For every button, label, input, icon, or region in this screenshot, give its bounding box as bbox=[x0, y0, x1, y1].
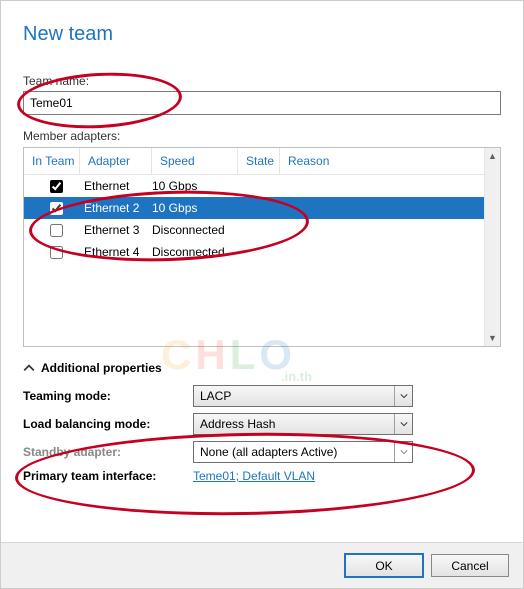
standby-adapter-row: Standby adapter: None (all adapters Acti… bbox=[23, 441, 501, 463]
in-team-checkbox[interactable] bbox=[50, 202, 63, 215]
chevron-up-icon bbox=[23, 362, 35, 374]
team-name-label: Team name: bbox=[23, 74, 501, 88]
chevron-down-icon bbox=[394, 386, 412, 406]
teaming-mode-combo[interactable]: LACP bbox=[193, 385, 413, 407]
scroll-up-icon[interactable]: ▲ bbox=[485, 148, 500, 164]
standby-adapter-combo[interactable]: None (all adapters Active) bbox=[193, 441, 413, 463]
dialog-title: New team bbox=[23, 23, 501, 46]
member-adapters-label: Member adapters: bbox=[23, 129, 501, 143]
table-row[interactable]: Ethernet10 Gbps bbox=[24, 175, 500, 197]
in-team-checkbox[interactable] bbox=[50, 246, 63, 259]
additional-properties-expander[interactable]: Additional properties bbox=[23, 361, 501, 375]
adapter-cell: Ethernet 2 bbox=[80, 201, 152, 215]
speed-cell: 10 Gbps bbox=[152, 201, 238, 215]
load-balancing-label: Load balancing mode: bbox=[23, 417, 193, 431]
teaming-mode-row: Teaming mode: LACP bbox=[23, 385, 501, 407]
member-adapters-section: Member adapters: In Team Adapter Speed S… bbox=[23, 129, 501, 347]
in-team-checkbox[interactable] bbox=[50, 180, 63, 193]
team-name-input[interactable] bbox=[23, 91, 501, 115]
col-speed[interactable]: Speed bbox=[152, 148, 238, 174]
table-row[interactable]: Ethernet 3Disconnected bbox=[24, 219, 500, 241]
team-name-section: Team name: bbox=[23, 74, 501, 115]
table-row[interactable]: Ethernet 4Disconnected bbox=[24, 241, 500, 263]
scroll-down-icon[interactable]: ▼ bbox=[485, 330, 500, 346]
speed-cell: 10 Gbps bbox=[152, 179, 238, 193]
new-team-dialog: New team Team name: Member adapters: In … bbox=[1, 1, 523, 536]
speed-cell: Disconnected bbox=[152, 223, 238, 237]
col-state[interactable]: State bbox=[238, 148, 280, 174]
vertical-scrollbar[interactable]: ▲ ▼ bbox=[484, 148, 500, 346]
teaming-mode-label: Teaming mode: bbox=[23, 389, 193, 403]
load-balancing-row: Load balancing mode: Address Hash bbox=[23, 413, 501, 435]
adapters-grid: In Team Adapter Speed State Reason Ether… bbox=[23, 147, 501, 347]
col-in-team[interactable]: In Team bbox=[24, 148, 80, 174]
adapter-cell: Ethernet 3 bbox=[80, 223, 152, 237]
in-team-checkbox[interactable] bbox=[50, 224, 63, 237]
load-balancing-combo[interactable]: Address Hash bbox=[193, 413, 413, 435]
primary-team-interface-label: Primary team interface: bbox=[23, 469, 193, 483]
ok-button[interactable]: OK bbox=[345, 554, 423, 577]
adapter-cell: Ethernet 4 bbox=[80, 245, 152, 259]
speed-cell: Disconnected bbox=[152, 245, 238, 259]
table-row[interactable]: Ethernet 210 Gbps bbox=[24, 197, 500, 219]
standby-adapter-label: Standby adapter: bbox=[23, 445, 193, 459]
grid-header: In Team Adapter Speed State Reason bbox=[24, 148, 500, 175]
chevron-down-icon bbox=[394, 414, 412, 434]
standby-adapter-value: None (all adapters Active) bbox=[194, 445, 394, 459]
additional-properties-label: Additional properties bbox=[41, 361, 162, 375]
chevron-down-icon bbox=[394, 442, 412, 462]
cancel-button[interactable]: Cancel bbox=[431, 554, 509, 577]
col-reason[interactable]: Reason bbox=[280, 148, 500, 174]
grid-body: Ethernet10 GbpsEthernet 210 GbpsEthernet… bbox=[24, 175, 500, 263]
adapter-cell: Ethernet bbox=[80, 179, 152, 193]
primary-team-interface-row: Primary team interface: Teme01; Default … bbox=[23, 469, 501, 483]
load-balancing-value: Address Hash bbox=[194, 417, 394, 431]
teaming-mode-value: LACP bbox=[194, 389, 394, 403]
primary-team-interface-link[interactable]: Teme01; Default VLAN bbox=[193, 469, 315, 483]
col-adapter[interactable]: Adapter bbox=[80, 148, 152, 174]
dialog-footer: OK Cancel bbox=[1, 542, 523, 588]
